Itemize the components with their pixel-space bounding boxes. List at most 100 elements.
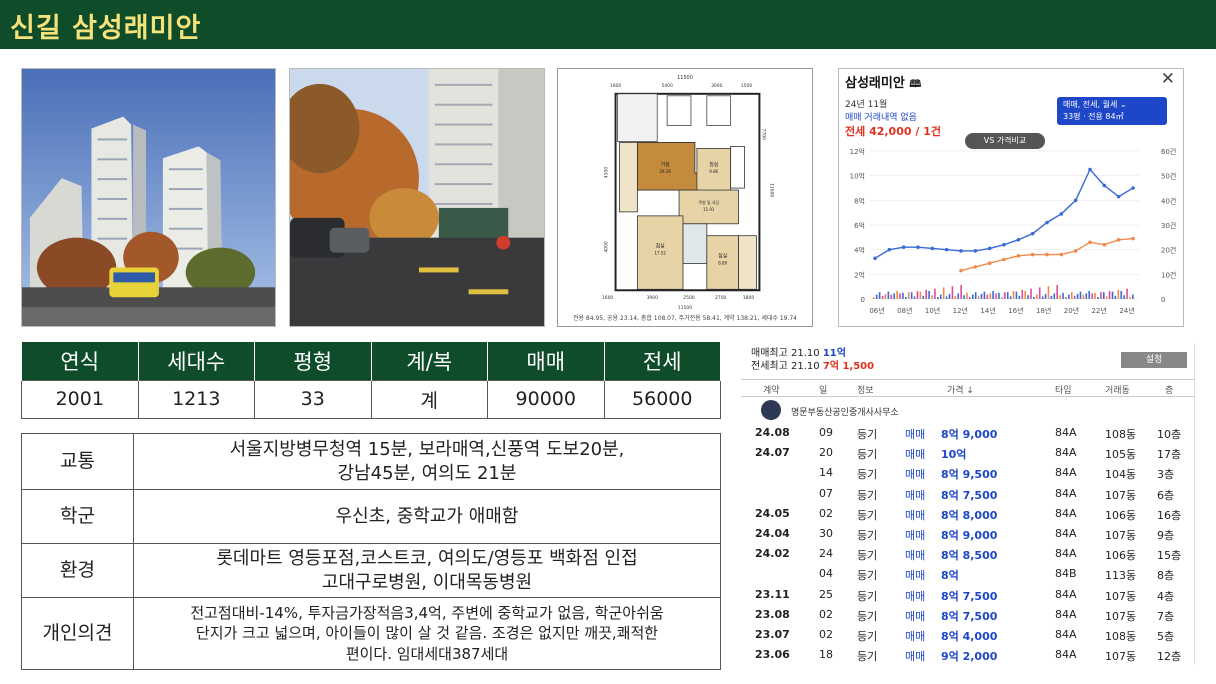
transaction-row[interactable]: 24.02 24 등기 매매 8억 8,500 84A 106동 15층 <box>741 544 1194 564</box>
x-tick-label: 12년 <box>953 306 968 315</box>
volume-bar <box>1088 291 1091 299</box>
floorplan-dim-bottom-total: 11500 <box>678 305 692 311</box>
transaction-row[interactable]: 04 등기 매매 8억 84B 113동 8층 <box>741 564 1194 584</box>
series-point <box>1102 183 1107 188</box>
transaction-type: 매매 <box>905 508 926 522</box>
volume-bar <box>910 292 913 299</box>
volume-bar <box>907 292 910 299</box>
transaction-area: 84A <box>1055 628 1077 641</box>
floorplan-dim-right-1: 7700 <box>760 129 766 141</box>
col-day[interactable]: 일 <box>819 383 827 396</box>
transaction-dong: 107동 <box>1105 609 1137 623</box>
series-point <box>1116 194 1121 199</box>
transaction-row[interactable]: 24.05 02 등기 매매 8억 8,000 84A 106동 16층 <box>741 504 1194 524</box>
x-tick-label: 10년 <box>925 306 940 315</box>
transaction-floor: 6층 <box>1157 488 1175 502</box>
transaction-row[interactable]: 23.06 18 등기 매매 9억 2,000 84A 107동 12층 <box>741 645 1194 665</box>
info-opinion-line-3: 편이다. 임대세대387세대 <box>345 644 509 663</box>
trade-filter-dropdown[interactable]: 매매, 전세, 월세 ⌄ 33평 · 전용 84㎡ <box>1057 97 1167 125</box>
volume-bar <box>1073 295 1076 299</box>
volume-bar <box>1123 295 1125 299</box>
volume-bar <box>875 294 878 299</box>
x-tick-label: 18년 <box>1036 306 1051 315</box>
volume-bar <box>902 292 904 299</box>
x-tick-label: 08년 <box>897 306 912 315</box>
volume-bar <box>1030 288 1032 299</box>
floorplan-dim-bottom-1: 1600 <box>602 295 613 301</box>
transaction-date: 23.06 <box>755 648 790 662</box>
settings-button[interactable]: 설정 <box>1121 352 1187 368</box>
volume-bar <box>896 291 898 299</box>
info-environment-line-2: 고대구로병원, 이대목동병원 <box>321 571 533 593</box>
volume-bar <box>1033 297 1035 299</box>
col-floor[interactable]: 층 <box>1165 383 1173 396</box>
volume-bar <box>963 295 965 299</box>
max-sale-date: 21.10 <box>791 348 820 359</box>
series-point <box>1016 238 1021 242</box>
series-point <box>1073 249 1078 253</box>
transaction-row[interactable]: 24.04 30 등기 매매 8억 9,000 84A 107동 9층 <box>741 524 1194 544</box>
volume-bar <box>899 293 901 299</box>
floorplan-dim-bottom-2: 3900 <box>647 295 658 301</box>
book-icon[interactable]: 🕮 <box>909 79 921 90</box>
volume-bar <box>969 297 971 299</box>
transaction-dong: 113동 <box>1105 569 1137 583</box>
volume-bar <box>986 294 989 299</box>
transaction-floor: 10층 <box>1157 428 1182 441</box>
transaction-row[interactable]: 24.07 20 등기 매매 10억 84A 105동 17층 <box>741 443 1194 463</box>
volume-bar <box>1036 294 1038 299</box>
filter-size: 33평 · 전용 84㎡ <box>1063 112 1124 121</box>
max-jeonse-date: 21.10 <box>791 361 820 372</box>
transaction-floor: 8층 <box>1157 569 1175 583</box>
y2-tick-label: 20건 <box>1161 246 1176 255</box>
y2-tick-label: 30건 <box>1161 221 1176 230</box>
col-dong[interactable]: 거래동 <box>1105 383 1130 396</box>
floorplan-dim-right-2: 11600 <box>768 183 774 197</box>
transaction-dong: 107동 <box>1105 488 1137 502</box>
transaction-row[interactable]: 14 등기 매매 8억 9,500 84A 104동 3층 <box>741 463 1194 483</box>
info-transport-line-1: 서울지방병무청역 15분, 보라매역,신풍역 도보20분, <box>229 438 625 460</box>
series-point <box>1002 257 1006 262</box>
transaction-area: 84A <box>1055 587 1077 601</box>
transaction-row[interactable]: 07 등기 매매 8억 7,500 84A 107동 6층 <box>741 484 1194 504</box>
volume-bar <box>893 293 895 299</box>
transaction-floor: 4층 <box>1157 589 1175 603</box>
series-point <box>1088 240 1092 245</box>
transaction-kind: 등기 <box>857 589 878 603</box>
transaction-dong: 105동 <box>1105 448 1137 462</box>
x-tick-label: 16년 <box>1008 306 1023 315</box>
close-icon[interactable]: ✕ <box>1161 69 1175 89</box>
series-point <box>1131 186 1135 190</box>
col-contract[interactable]: 계약 <box>763 383 780 396</box>
floorplan-dim-top-1: 1600 <box>610 83 621 89</box>
info-school-line-1: 우신초, 중학교가 애매함 <box>335 505 519 527</box>
volume-bar <box>913 296 916 299</box>
broker-row[interactable]: 명문부동산공인중개사사무소 <box>751 400 1191 422</box>
transaction-row[interactable]: 23.08 02 등기 매매 8억 7,500 84A 107동 7층 <box>741 605 1194 625</box>
info-key-opinion: 개인의견 <box>21 597 134 670</box>
volume-bar <box>1027 295 1029 299</box>
volume-bar <box>966 292 968 299</box>
transaction-row[interactable]: 23.07 02 등기 매매 8억 4,000 84A 108동 5층 <box>741 625 1194 645</box>
x-tick-label: 22년 <box>1092 306 1107 315</box>
transaction-day: 02 <box>819 607 833 621</box>
series-point <box>901 245 906 249</box>
volume-bar <box>971 294 974 299</box>
floorplan-dim-left-1: 4300 <box>604 167 610 179</box>
col-price[interactable]: 가격 ↓ <box>947 383 974 396</box>
series-point <box>1002 242 1006 247</box>
transaction-row[interactable]: 23.11 25 등기 매매 8억 7,500 84A 107동 4층 <box>741 585 1194 605</box>
col-info[interactable]: 정보 <box>857 383 874 396</box>
col-type[interactable]: 타입 <box>1055 383 1072 396</box>
transaction-area: 84A <box>1055 527 1077 540</box>
summary-table: 연식 세대수 평형 계/복 매매 전세 2001 1213 33 계 90000… <box>21 342 721 419</box>
series-point <box>959 268 963 273</box>
transaction-row[interactable]: 24.08 09 등기 매매 8억 9,000 84A 108동 10층 <box>741 423 1194 443</box>
transaction-floor: 3층 <box>1157 468 1175 482</box>
info-opinion-line-1: 전고점대비-14%, 투자금가장적음3,4억, 주변에 중학교가 없음, 학군아… <box>190 604 664 623</box>
transaction-type: 매매 <box>905 448 926 462</box>
series-point <box>987 246 992 251</box>
series-point <box>973 249 978 253</box>
transaction-type: 매매 <box>905 609 926 623</box>
volume-bar <box>1132 294 1134 299</box>
